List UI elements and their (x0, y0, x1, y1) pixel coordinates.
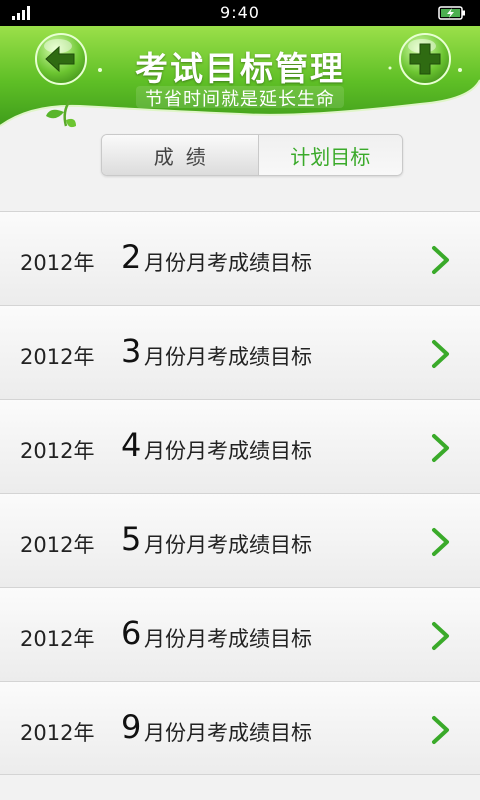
chevron-right-icon (432, 716, 449, 744)
item-label: 月份月考成绩目标 (144, 439, 312, 463)
item-label: 月份月考成绩目标 (144, 533, 312, 557)
list-item[interactable]: 2012年 5 月份月考成绩目标 (0, 493, 480, 587)
chevron-right-icon (432, 340, 449, 368)
status-time: 9:40 (220, 3, 260, 22)
item-year: 2012年 (20, 533, 95, 557)
item-label: 月份月考成绩目标 (144, 721, 312, 745)
status-bar: 9:40 (0, 0, 480, 26)
list-item[interactable]: 2012年 4 月份月考成绩目标 (0, 399, 480, 493)
chevron-right-icon (432, 246, 449, 274)
add-button[interactable] (398, 32, 452, 86)
plus-icon (399, 33, 451, 85)
item-label: 月份月考成绩目标 (144, 251, 312, 275)
list-item[interactable]: 2012年 6 月份月考成绩目标 (0, 587, 480, 681)
item-label: 月份月考成绩目标 (144, 345, 312, 369)
item-month: 2 (121, 238, 142, 276)
item-month: 6 (121, 614, 142, 652)
list-item[interactable]: 2012年 3 月份月考成绩目标 (0, 305, 480, 399)
item-month: 5 (121, 520, 142, 558)
chevron-right-icon (432, 528, 449, 556)
list-item[interactable]: 2012年 2 月份月考成绩目标 (0, 211, 480, 305)
chevron-right-icon (432, 434, 449, 462)
tab-scores[interactable]: 成绩 (102, 135, 259, 175)
item-year: 2012年 (20, 627, 95, 651)
list-item[interactable]: 2012年 9 月份月考成绩目标 (0, 681, 480, 775)
item-year: 2012年 (20, 345, 95, 369)
item-month: 3 (121, 332, 142, 370)
chevron-right-icon (432, 622, 449, 650)
tab-plan-goals[interactable]: 计划目标 (258, 135, 402, 175)
item-year: 2012年 (20, 439, 95, 463)
battery-charging-icon (438, 6, 465, 20)
item-year: 2012年 (20, 251, 95, 275)
item-label: 月份月考成绩目标 (144, 627, 312, 651)
page-subtitle: 节省时间就是延长生命 (145, 89, 335, 110)
tab-switcher: 成绩 计划目标 (101, 134, 403, 176)
item-month: 4 (121, 426, 142, 464)
item-year: 2012年 (20, 721, 95, 745)
header: 考试目标管理 节省时间就是延长生命 (0, 26, 480, 130)
item-month: 9 (121, 708, 142, 746)
goal-list: 2012年 2 月份月考成绩目标 2012年 3 月份月考成绩目标 2012年 … (0, 211, 480, 775)
